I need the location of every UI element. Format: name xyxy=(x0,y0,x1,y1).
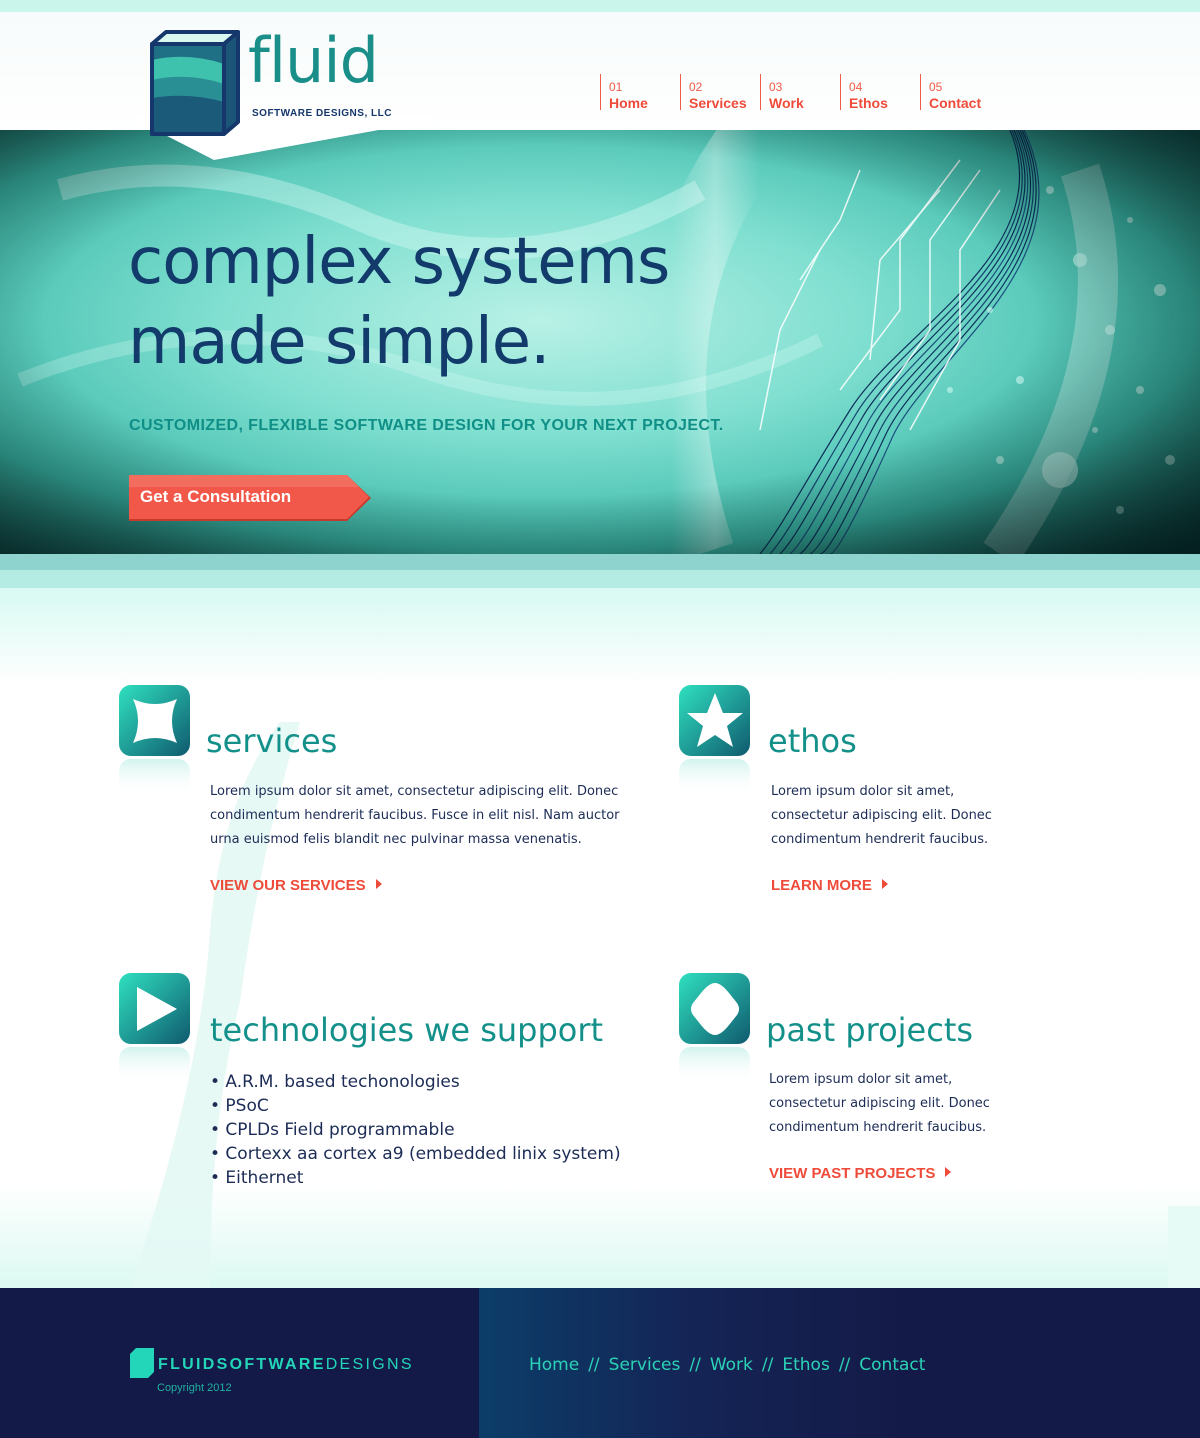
past-projects-icon-wrap xyxy=(679,973,751,1083)
footer-nav: Home // Services // Work // Ethos // Contact xyxy=(529,1355,925,1375)
nav-label: Ethos xyxy=(849,95,888,111)
nav-number: 03 xyxy=(769,80,783,94)
past-projects-title: past projects xyxy=(766,1011,974,1049)
ethos-body: Lorem ipsum dolor sit amet, consectetur … xyxy=(771,784,992,847)
arrow-right-icon xyxy=(881,879,888,889)
list-item: • CPLDs Field programmable xyxy=(210,1120,455,1140)
footer-link-ethos[interactable]: Ethos xyxy=(782,1355,829,1375)
view-services-label: VIEW OUR SERVICES xyxy=(210,877,366,894)
top-strip xyxy=(0,0,1200,12)
hero-banner: complex systems made simple. CUSTOMIZED,… xyxy=(0,130,1200,554)
hero-tagline: CUSTOMIZED, FLEXIBLE SOFTWARE DESIGN FOR… xyxy=(129,417,724,434)
nav-number: 04 xyxy=(849,80,863,94)
diamond-icon xyxy=(679,973,750,1083)
learn-more-label: LEARN MORE xyxy=(771,877,872,894)
consultation-button[interactable]: Get a Consultation xyxy=(129,475,371,521)
nav-item-home[interactable]: 01 Home xyxy=(600,74,680,111)
nav-number: 05 xyxy=(929,80,943,94)
view-services-link[interactable]: VIEW OUR SERVICES xyxy=(210,877,382,894)
nav-item-work[interactable]: 03 Work xyxy=(760,74,840,111)
view-past-projects-link[interactable]: VIEW PAST PROJECTS xyxy=(769,1165,952,1182)
hero-headline-line2: made simple. xyxy=(128,305,550,379)
nav-label: Home xyxy=(609,95,648,111)
footer-logo-thin2: DESIGNS xyxy=(325,1356,414,1373)
nav-number: 02 xyxy=(689,80,703,94)
footer-logo-thin1: SOFTWARE xyxy=(216,1356,326,1373)
list-item: • Eithernet xyxy=(210,1168,304,1188)
nav-number: 01 xyxy=(609,80,623,94)
footer-logo-icon xyxy=(130,1348,154,1378)
decorative-notch xyxy=(1168,1206,1200,1288)
cta-label: Get a Consultation xyxy=(140,487,292,506)
footer-link-home[interactable]: Home xyxy=(529,1355,579,1375)
learn-more-link[interactable]: LEARN MORE xyxy=(771,877,888,894)
hero-headline-line1: complex systems xyxy=(128,225,670,299)
divider-band xyxy=(0,570,1200,588)
footer-link-work[interactable]: Work xyxy=(710,1355,753,1375)
technologies-icon-wrap xyxy=(119,973,191,1083)
nav-item-services[interactable]: 02 Services xyxy=(680,74,760,111)
arrow-right-icon xyxy=(375,879,382,889)
cube-logo-icon xyxy=(150,30,240,136)
services-icon-wrap xyxy=(119,685,191,795)
star-icon xyxy=(679,685,750,795)
divider-band xyxy=(0,588,1200,602)
logo[interactable]: fluid SOFTWARE DESIGNS, LLC xyxy=(128,14,433,160)
nav-label: Services xyxy=(689,95,747,111)
ethos-icon-wrap xyxy=(679,685,751,795)
past-projects-body: Lorem ipsum dolor sit amet, consectetur … xyxy=(769,1072,990,1135)
list-item: • PSoC xyxy=(210,1096,269,1116)
divider-band xyxy=(0,554,1200,570)
footer-link-contact[interactable]: Contact xyxy=(859,1355,925,1375)
nav-label: Work xyxy=(769,95,804,111)
features-section: services Lorem ipsum dolor sit amet, con… xyxy=(0,602,1200,1288)
copyright: Copyright 2012 xyxy=(157,1382,232,1394)
ethos-title: ethos xyxy=(768,722,857,760)
nav-label: Contact xyxy=(929,95,982,111)
main-nav: 01 Home 02 Services 03 Work 04 Ethos 05 … xyxy=(600,74,1000,111)
play-icon xyxy=(119,973,190,1083)
list-item: • A.R.M. based techonologies xyxy=(210,1072,460,1092)
services-body: Lorem ipsum dolor sit amet, consectetur … xyxy=(210,784,620,847)
logo-subtitle: SOFTWARE DESIGNS, LLC xyxy=(252,108,392,119)
footer-link-services[interactable]: Services xyxy=(609,1355,681,1375)
technologies-title: technologies we support xyxy=(210,1011,604,1049)
services-title: services xyxy=(206,722,338,760)
footer-logo-text[interactable]: FLUIDSOFTWAREDESIGNS xyxy=(158,1356,414,1374)
nav-item-ethos[interactable]: 04 Ethos xyxy=(840,74,920,111)
four-point-star-icon xyxy=(119,685,190,795)
separator: // xyxy=(689,1355,701,1375)
footer: FLUIDSOFTWAREDESIGNS Copyright 2012 Home… xyxy=(0,1288,1200,1438)
separator: // xyxy=(838,1355,851,1375)
list-item: • Cortexx aa cortex a9 (embedded linix s… xyxy=(210,1144,621,1164)
logo-wordmark: fluid xyxy=(248,24,379,97)
arrow-right-icon xyxy=(945,1167,952,1177)
separator: // xyxy=(761,1355,774,1375)
separator: // xyxy=(588,1355,600,1375)
nav-item-contact[interactable]: 05 Contact xyxy=(920,74,1000,111)
footer-logo-bold: FLUID xyxy=(158,1356,217,1373)
technologies-list: • A.R.M. based techonologies • PSoC • CP… xyxy=(210,1070,621,1190)
hero-headline: complex systems made simple. xyxy=(128,222,670,382)
view-past-projects-label: VIEW PAST PROJECTS xyxy=(769,1165,936,1182)
